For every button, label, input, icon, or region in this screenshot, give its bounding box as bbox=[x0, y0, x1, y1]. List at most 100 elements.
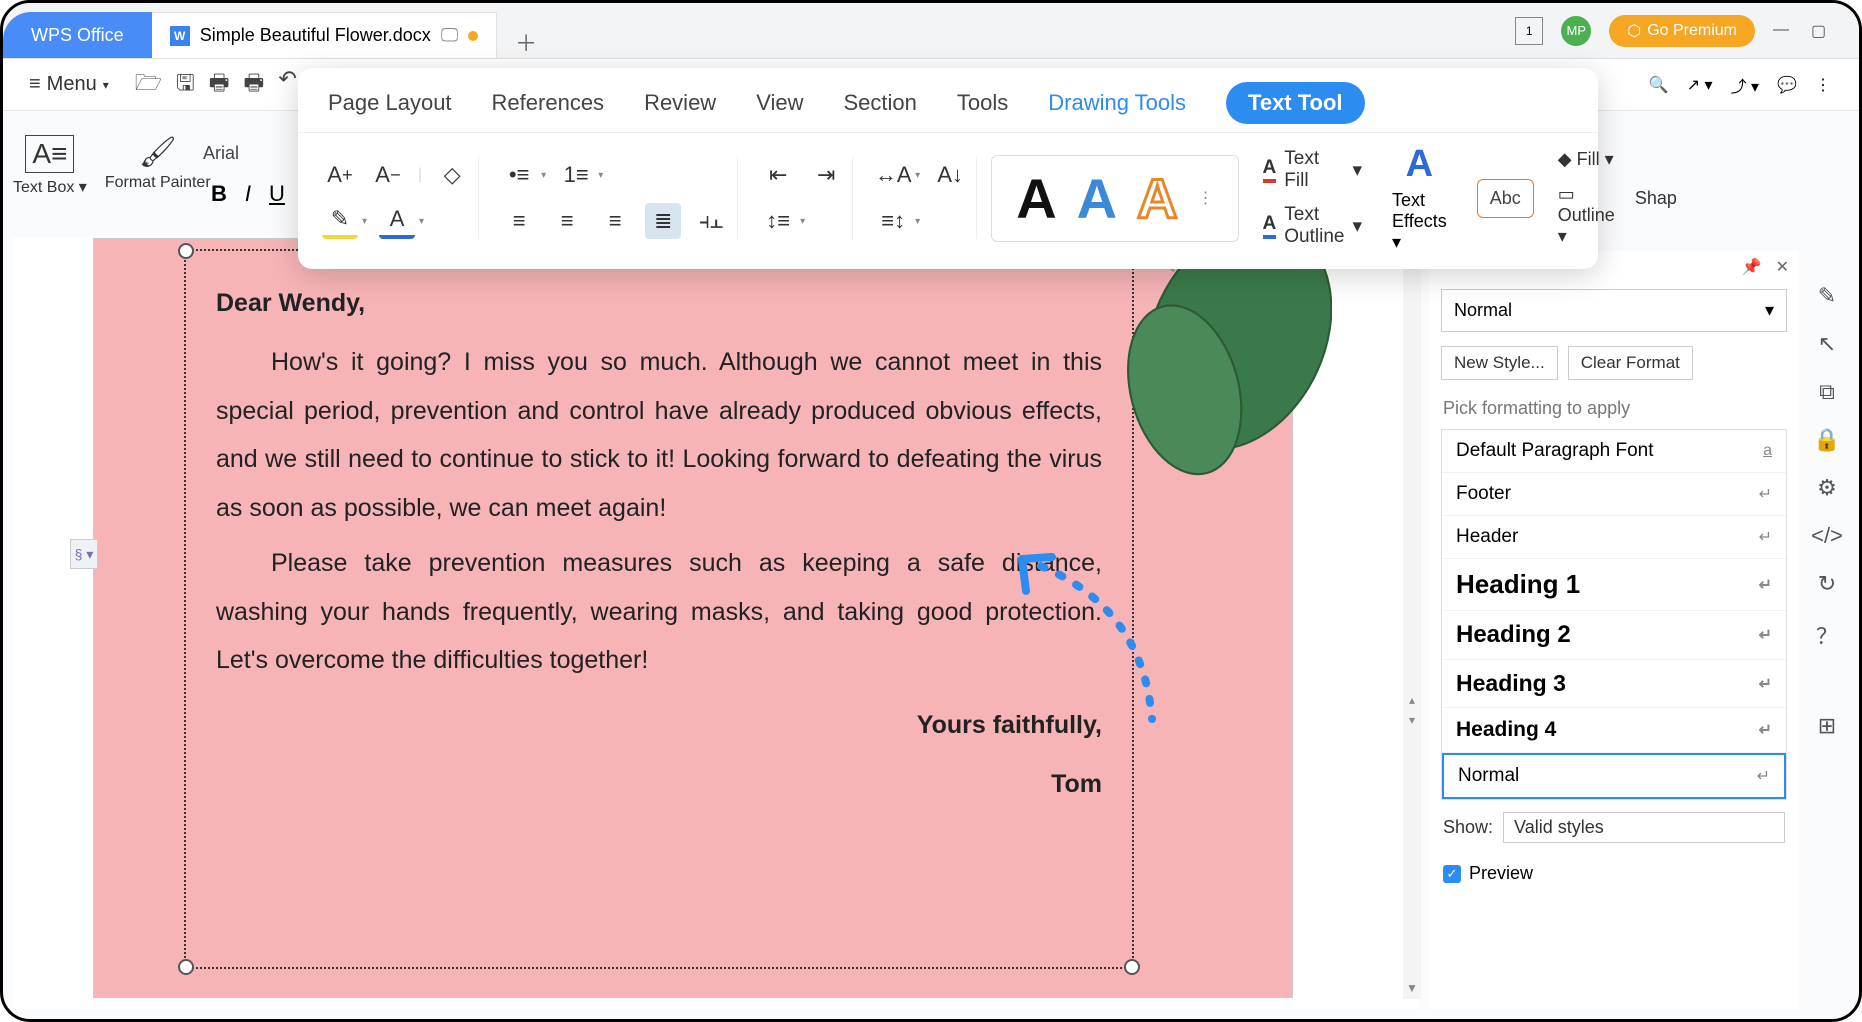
new-style-button[interactable]: New Style... bbox=[1441, 346, 1558, 380]
bullets-icon[interactable]: •≡ bbox=[501, 157, 537, 193]
page-tag-icon[interactable]: § ▾ bbox=[70, 539, 98, 569]
resize-handle[interactable] bbox=[178, 243, 194, 259]
wordart-style-2[interactable]: A bbox=[1077, 166, 1117, 231]
style-heading-1[interactable]: Heading 1↵ bbox=[1442, 559, 1786, 611]
tab-text-tool[interactable]: Text Tool bbox=[1226, 82, 1365, 124]
style-heading-2[interactable]: Heading 2↵ bbox=[1442, 611, 1786, 660]
resize-handle[interactable] bbox=[178, 959, 194, 975]
go-premium-button[interactable]: ⬡ Go Premium bbox=[1609, 15, 1755, 47]
help-icon[interactable]: ？ bbox=[1816, 619, 1838, 651]
bold-button[interactable]: B bbox=[211, 181, 227, 207]
tab-view[interactable]: View bbox=[756, 90, 803, 116]
wordart-more-icon[interactable]: ⋮ bbox=[1198, 188, 1214, 208]
text-fill-button[interactable]: A Text Fill ▾ bbox=[1263, 148, 1362, 192]
menu-button[interactable]: ≡ Menu ▾ bbox=[13, 73, 125, 96]
avatar[interactable]: MP bbox=[1561, 16, 1591, 46]
align-left-icon[interactable]: ≡ bbox=[501, 203, 537, 239]
style-normal[interactable]: Normal↵ bbox=[1442, 753, 1786, 799]
lock-icon[interactable]: 🔒 bbox=[1813, 427, 1840, 453]
paragraph-icon[interactable]: ≡↕ bbox=[875, 203, 911, 239]
text-box-button[interactable]: A≡ Text Box ▾ bbox=[13, 135, 87, 197]
shape-outline-button[interactable]: ▭ Outline ▾ bbox=[1558, 184, 1615, 247]
clear-format-icon[interactable]: ◇ bbox=[434, 157, 470, 193]
new-tab-button[interactable]: ＋ bbox=[497, 26, 555, 58]
more-icon[interactable]: ⋮ bbox=[1815, 75, 1831, 95]
tab-section[interactable]: Section bbox=[844, 90, 917, 116]
scroll-down-icon[interactable]: ▼ bbox=[1403, 981, 1421, 999]
increase-indent-icon[interactable]: ⇥ bbox=[808, 157, 844, 193]
history-icon[interactable]: ↻ bbox=[1818, 571, 1836, 597]
text-direction-icon[interactable]: A↓ bbox=[932, 157, 968, 193]
layers-icon[interactable]: ⧉ bbox=[1819, 379, 1835, 405]
show-styles-select[interactable]: Valid styles bbox=[1503, 812, 1785, 843]
style-heading-4[interactable]: Heading 4↵ bbox=[1442, 708, 1786, 753]
text-effects-button[interactable]: A Text Effects ▾ bbox=[1376, 143, 1463, 253]
maximize-button[interactable]: ▢ bbox=[1811, 21, 1831, 41]
scroll-thumb-up[interactable]: ▴ bbox=[1403, 693, 1421, 711]
preview-checkbox[interactable]: ✓ bbox=[1443, 865, 1461, 883]
save-icon[interactable]: 🖫 bbox=[176, 66, 195, 104]
decrease-indent-icon[interactable]: ⇤ bbox=[760, 157, 796, 193]
char-spacing-icon[interactable]: ↔A bbox=[875, 157, 911, 193]
code-icon[interactable]: </> bbox=[1811, 523, 1843, 549]
wordart-gallery[interactable]: A A A ⋮ bbox=[991, 155, 1238, 242]
scroll-thumb-down[interactable]: ▾ bbox=[1403, 713, 1421, 731]
align-justify-icon[interactable]: ≣ bbox=[645, 203, 681, 239]
align-right-icon[interactable]: ≡ bbox=[597, 203, 633, 239]
settings-icon[interactable]: ⚙ bbox=[1817, 475, 1837, 501]
wordart-style-3[interactable]: A bbox=[1137, 166, 1177, 231]
tab-page-layout[interactable]: Page Layout bbox=[328, 90, 452, 116]
open-icon[interactable]: 🗁 bbox=[135, 66, 162, 104]
shape-style[interactable]: Abc bbox=[1477, 179, 1534, 218]
app-tab[interactable]: WPS Office bbox=[3, 12, 152, 58]
doc-tab[interactable]: W Simple Beautiful Flower.docx 🖵 bbox=[152, 12, 497, 58]
wordart-style-1[interactable]: A bbox=[1016, 166, 1056, 231]
font-selector[interactable]: Arial bbox=[203, 143, 239, 164]
letter-body[interactable]: Dear Wendy, How's it going? I miss you s… bbox=[186, 251, 1132, 837]
style-header[interactable]: Header↵ bbox=[1442, 516, 1786, 559]
close-panel-icon[interactable]: ✕ bbox=[1776, 257, 1789, 277]
text-frame[interactable]: Dear Wendy, How's it going? I miss you s… bbox=[184, 249, 1134, 969]
presentation-icon[interactable]: 🖵 bbox=[441, 25, 458, 46]
style-heading-3[interactable]: Heading 3↵ bbox=[1442, 660, 1786, 708]
tab-tools[interactable]: Tools bbox=[957, 90, 1008, 116]
tab-review[interactable]: Review bbox=[644, 90, 716, 116]
current-style-select[interactable]: Normal ▾ bbox=[1441, 289, 1787, 332]
tab-references[interactable]: References bbox=[492, 90, 605, 116]
font-color-icon[interactable]: A bbox=[379, 203, 415, 239]
edit-icon[interactable]: ✎ bbox=[1818, 283, 1836, 309]
style-footer[interactable]: Footer↵ bbox=[1442, 473, 1786, 516]
window-count-badge[interactable]: 1 bbox=[1515, 17, 1543, 45]
increase-font-icon[interactable]: A+ bbox=[322, 157, 358, 193]
format-painter-button[interactable]: 🖌 Format Painter bbox=[105, 135, 211, 192]
numbering-icon[interactable]: 1≡ bbox=[558, 157, 594, 193]
italic-button[interactable]: I bbox=[245, 181, 251, 207]
grid-icon[interactable]: ⊞ bbox=[1818, 713, 1836, 739]
export-icon[interactable]: ⤴ ▾ bbox=[1731, 73, 1759, 97]
decrease-font-icon[interactable]: A− bbox=[370, 157, 406, 193]
undo-icon[interactable]: ↶ bbox=[278, 66, 296, 104]
resize-handle[interactable] bbox=[1124, 959, 1140, 975]
line-spacing-icon[interactable]: ↕≡ bbox=[760, 203, 796, 239]
clear-format-button[interactable]: Clear Format bbox=[1568, 346, 1693, 380]
pin-icon[interactable]: 📌 bbox=[1742, 257, 1762, 277]
search-icon[interactable]: 🔍 bbox=[1649, 75, 1669, 95]
underline-button[interactable]: U bbox=[269, 181, 285, 207]
align-center-icon[interactable]: ≡ bbox=[549, 203, 585, 239]
distributed-icon[interactable]: ⫞⫠ bbox=[693, 203, 729, 239]
share-icon[interactable]: ↗ ▾ bbox=[1687, 75, 1713, 95]
document-canvas[interactable]: § ▾ Dear Wendy, How's it going? I miss y… bbox=[13, 238, 1419, 1009]
cursor-icon[interactable]: ↖ bbox=[1818, 331, 1836, 357]
print-icon[interactable]: 🖶 bbox=[209, 66, 230, 104]
shape-effects-button[interactable]: Shap bbox=[1629, 188, 1677, 209]
styles-panel: 📌 ✕ Normal ▾ New Style... Clear Format P… bbox=[1429, 251, 1799, 1009]
shape-fill-button[interactable]: ◆ Fill ▾ bbox=[1558, 149, 1615, 170]
tab-drawing-tools[interactable]: Drawing Tools bbox=[1048, 90, 1186, 116]
print-preview-icon[interactable]: 🖶 bbox=[244, 66, 265, 104]
style-default-paragraph[interactable]: Default Paragraph Fonta bbox=[1442, 430, 1786, 473]
highlight-icon[interactable]: ✎ bbox=[322, 203, 358, 239]
vertical-scrollbar[interactable]: ▲ ▴ ▾ ▼ bbox=[1403, 253, 1421, 999]
text-outline-button[interactable]: A Text Outline ▾ bbox=[1263, 204, 1362, 248]
comment-icon[interactable]: 💬 bbox=[1777, 75, 1797, 95]
minimize-button[interactable]: — bbox=[1773, 21, 1793, 41]
